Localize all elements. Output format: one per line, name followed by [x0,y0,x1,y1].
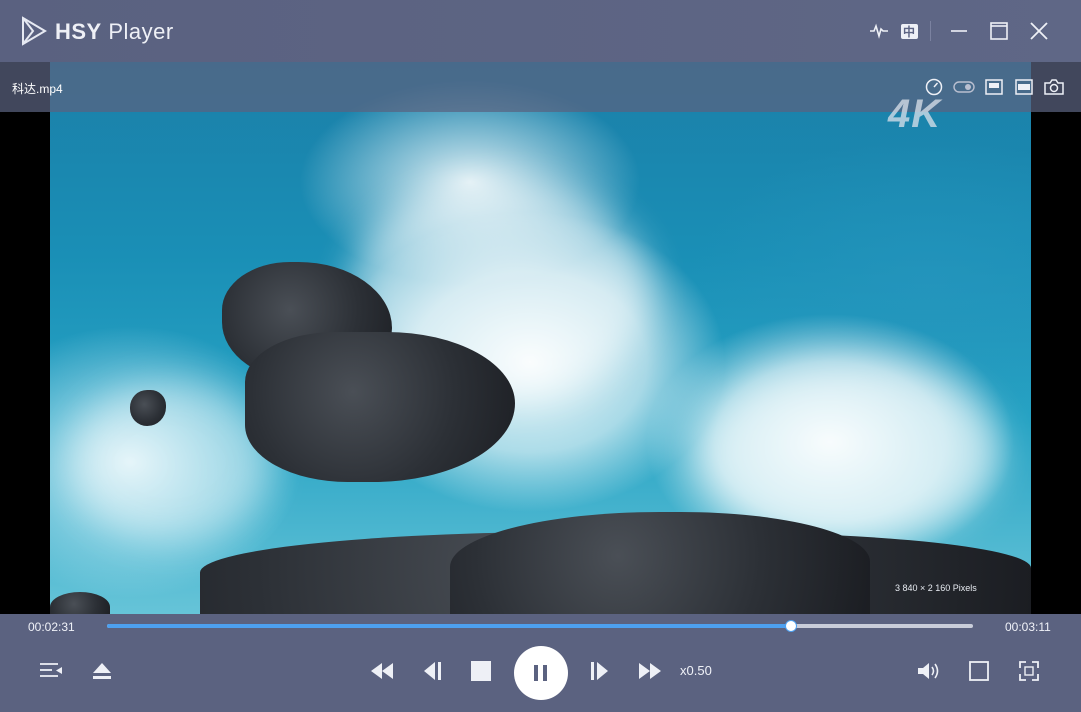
toggle-icon[interactable] [953,76,975,98]
close-icon[interactable] [1024,16,1054,46]
fast-forward-icon[interactable] [634,658,666,684]
rewind-icon[interactable] [366,658,398,684]
corner-rock [50,592,110,614]
previous-frame-icon[interactable] [418,658,446,684]
app-logo-icon [22,16,47,46]
progress-track[interactable] [107,620,973,632]
fullscreen-icon[interactable] [1016,658,1042,684]
playlist-icon[interactable] [36,658,66,684]
pause-icon [534,665,547,681]
volume-icon[interactable] [914,658,944,684]
app-title: HSY Player [55,19,174,44]
eject-icon[interactable] [88,658,116,684]
file-name: 科达.mp4 [12,82,63,96]
maximize-icon[interactable] [984,16,1014,46]
progress-fill [107,624,792,628]
minimize-icon[interactable] [944,16,974,46]
progress-thumb[interactable] [785,620,798,632]
video-area[interactable]: 科达.mp4 4K 3 840 × 2 160 Pixels [0,62,1081,614]
4k-badge: 4K [888,92,942,136]
camera-icon[interactable] [1043,76,1065,98]
video-frame [50,62,1031,614]
window-mode-icon[interactable] [983,76,1005,98]
titlebar-divider [930,21,931,41]
title-bar[interactable]: HSY Player 中 [0,0,1081,63]
player-window: HSY Player 中 科达.mp4 4K 3 840 × 2 160 Pix… [0,0,1081,712]
total-time: 00:03:11 [1005,620,1051,634]
playback-speed[interactable]: x0.50 [680,663,712,678]
widescreen-icon[interactable] [1013,76,1035,98]
shore-foam [70,382,270,542]
current-time: 00:02:31 [28,620,75,634]
aspect-icon[interactable] [966,658,992,684]
waveform-icon[interactable] [864,16,894,46]
chinese-language-icon[interactable]: 中 [894,16,924,46]
foreground-rocks-ridge [450,512,870,614]
control-bar: 00:02:31 00:03:11 x0.50 [0,614,1081,712]
stop-icon[interactable] [468,658,494,684]
pause-button[interactable] [514,646,568,700]
resolution-label: 3 840 × 2 160 Pixels [895,583,977,593]
next-frame-icon[interactable] [586,658,614,684]
